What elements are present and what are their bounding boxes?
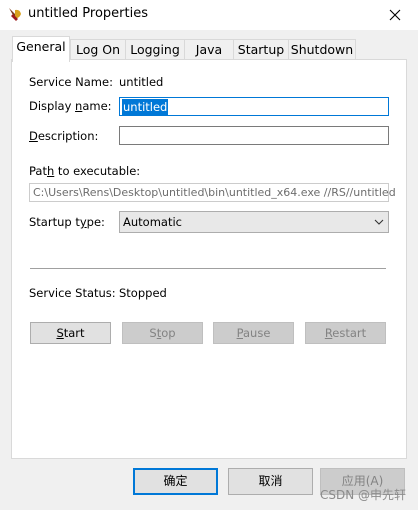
service-status-value: Stopped [119,286,167,300]
close-button[interactable] [372,0,418,30]
description-input[interactable] [119,126,389,145]
startup-type-label: Startup type: [29,215,105,229]
description-label: Description: [29,129,99,143]
ok-button[interactable]: 确定 [133,468,218,495]
display-name-input[interactable]: untitled [119,97,389,116]
separator [30,268,386,269]
tab-startup[interactable]: Startup [233,39,289,60]
window-title: untitled Properties [28,6,148,21]
close-icon [389,9,401,21]
path-input[interactable]: C:\Users\Rens\Desktop\untitled\bin\untit… [29,183,396,202]
path-value: C:\Users\Rens\Desktop\untitled\bin\untit… [33,186,396,199]
path-label: Path to executable: [29,164,141,178]
cancel-button[interactable]: 取消 [228,468,313,495]
general-panel: Service Name: untitled Display name: unt… [11,59,407,459]
properties-window: untitled Properties General Log On Loggi… [0,0,418,510]
display-name-value: untitled [122,99,169,115]
startup-type-value: Automatic [123,215,182,229]
service-status-label: Service Status: [29,286,116,300]
pause-button[interactable]: Pause [213,322,294,344]
startup-type-select[interactable]: Automatic [119,211,389,233]
watermark: CSDN @申先轩 [319,488,406,502]
tab-logging[interactable]: Logging [125,39,185,60]
tab-java[interactable]: Java [184,39,234,60]
tab-shutdown[interactable]: Shutdown [288,39,356,60]
title-bar[interactable]: untitled Properties [0,0,418,30]
app-icon [9,8,21,21]
tab-log-on[interactable]: Log On [70,39,126,60]
restart-button[interactable]: Restart [305,322,386,344]
display-name-label: Display name: [29,99,112,113]
service-name-value: untitled [119,75,164,89]
chevron-down-icon [374,219,384,225]
start-button[interactable]: Start [30,322,111,344]
stop-button[interactable]: Stop [122,322,203,344]
tab-general[interactable]: General [12,36,70,62]
service-name-label: Service Name: [29,75,113,89]
